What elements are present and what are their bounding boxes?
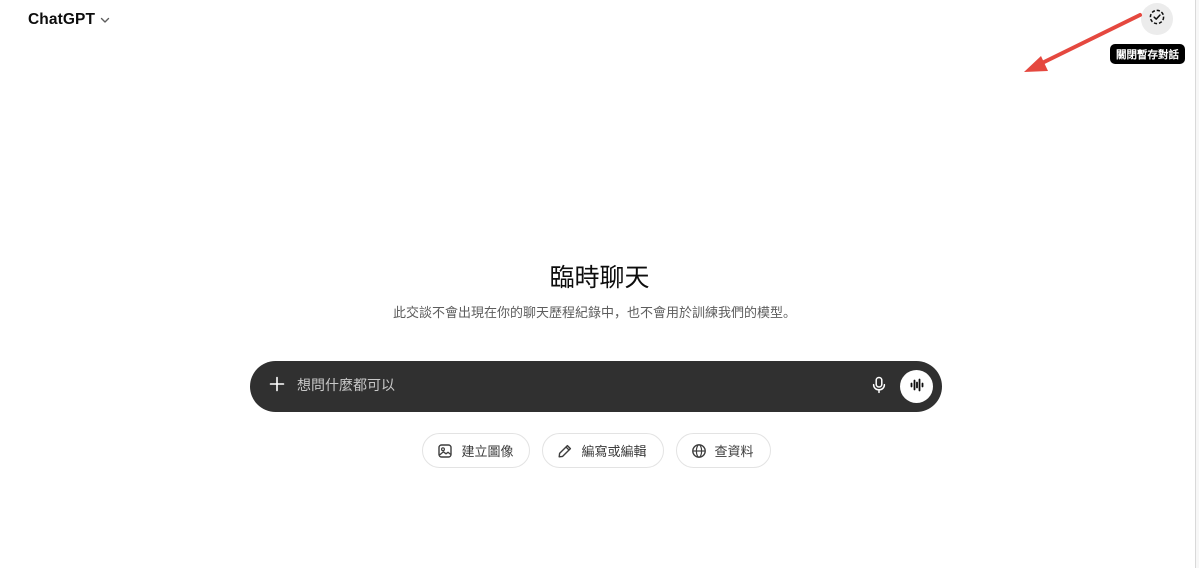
microphone-icon [871, 376, 887, 398]
model-name: ChatGPT [28, 11, 96, 28]
suggestion-label: 查資料 [714, 445, 754, 460]
model-switcher[interactable]: ChatGPT [20, 6, 119, 34]
dictate-button[interactable] [867, 375, 891, 399]
temporary-chat-toggle[interactable] [1141, 3, 1173, 35]
voice-mode-button[interactable] [900, 370, 933, 403]
page-subtitle: 此交談不會出現在你的聊天歷程紀錄中，也不會用於訓練我們的模型。 [392, 306, 796, 321]
chevron-down-icon [99, 14, 111, 26]
add-attachment-button[interactable] [265, 374, 289, 398]
dashed-circle-check-icon [1148, 8, 1166, 30]
temporary-chat-tooltip: 關閉暫存對話 [1110, 44, 1185, 64]
suggestion-chips: 建立圖像 編寫或編輯 查資料 [0, 433, 1199, 468]
pencil-icon [557, 443, 573, 459]
prompt-input[interactable] [297, 374, 857, 398]
suggestion-write-or-edit[interactable]: 編寫或編輯 [542, 433, 664, 468]
suggestion-search[interactable]: 查資料 [675, 433, 771, 468]
suggestion-label: 編寫或編輯 [581, 445, 647, 460]
prompt-composer [250, 361, 942, 412]
voice-waveform-icon [909, 377, 925, 397]
suggestion-create-image[interactable]: 建立圖像 [422, 433, 531, 468]
globe-icon [691, 443, 707, 459]
suggestion-label: 建立圖像 [461, 445, 514, 460]
plus-icon [269, 376, 285, 396]
page-title: 臨時聊天 [549, 263, 650, 292]
image-icon [437, 443, 453, 459]
